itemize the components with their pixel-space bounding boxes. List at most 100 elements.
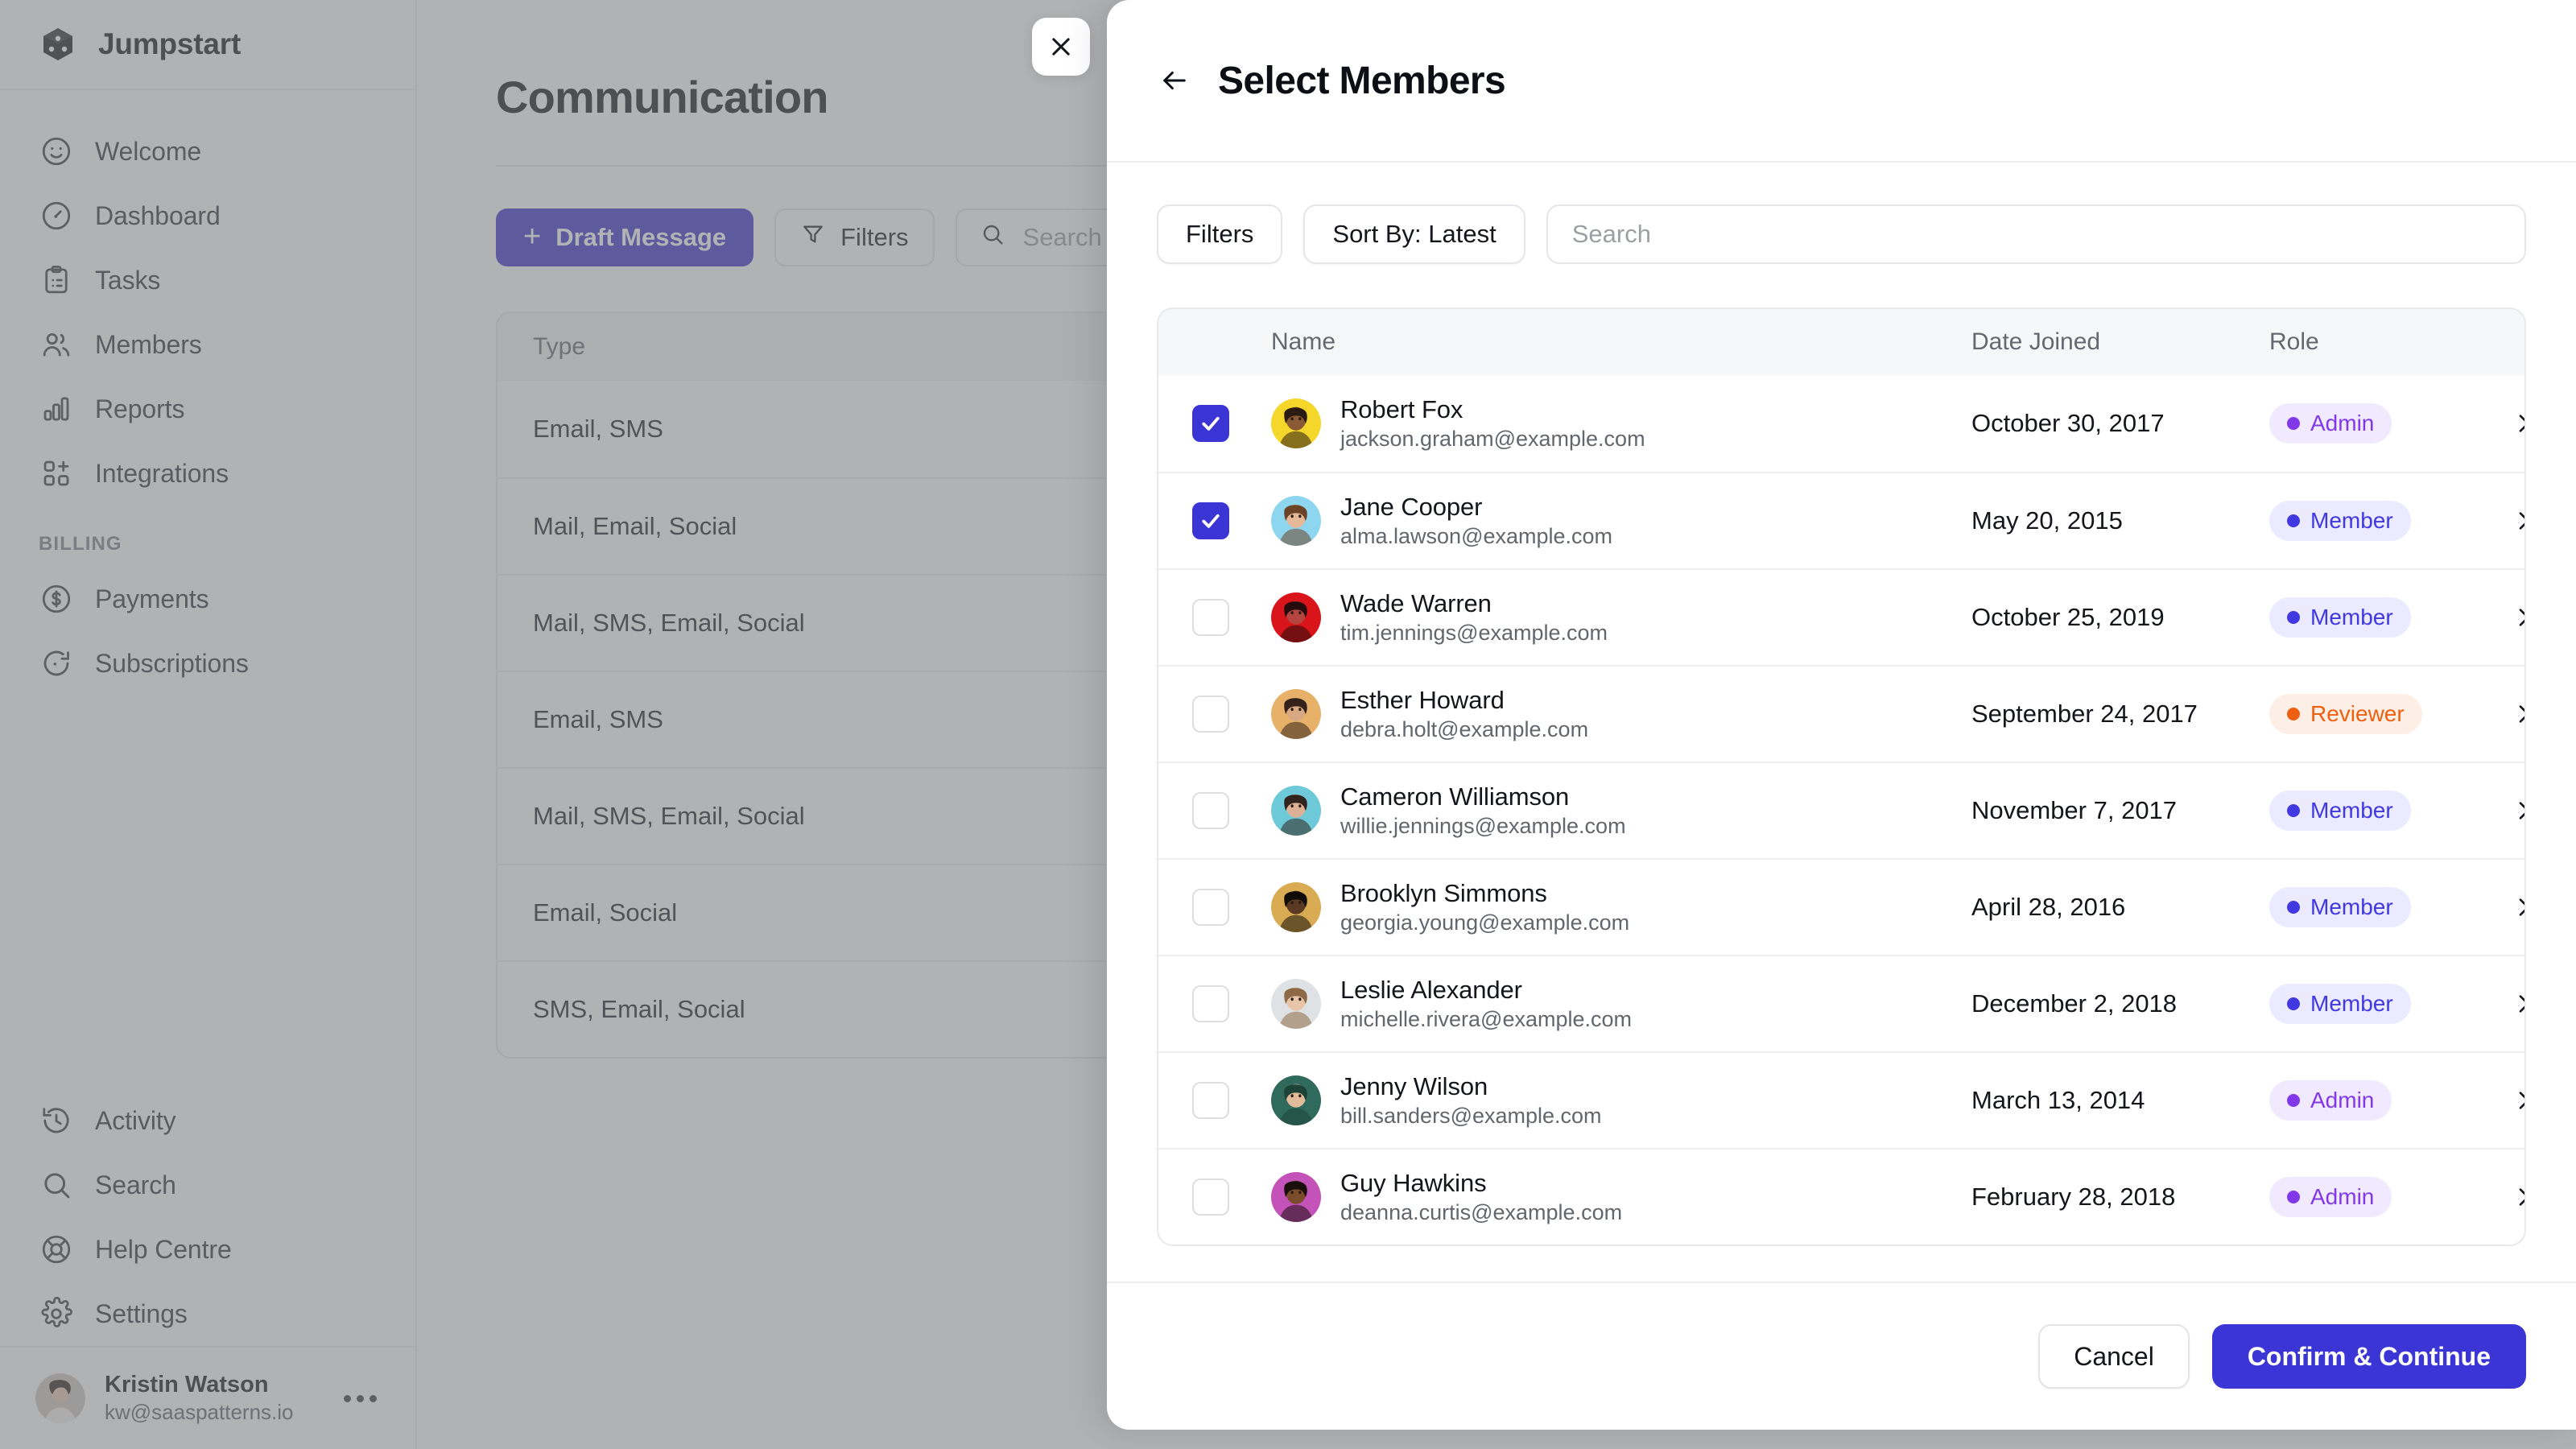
- status-badge: Member: [2269, 501, 2411, 541]
- column-header-role: Role: [2269, 328, 2319, 355]
- chevron-right-icon[interactable]: [2511, 894, 2524, 920]
- member-name-cell: Jane Cooper alma.lawson@example.com: [1263, 491, 1971, 551]
- modal-search-placeholder: Search: [1571, 220, 1651, 248]
- member-name: Leslie Alexander: [1340, 975, 1522, 1004]
- member-email: georgia.young@example.com: [1340, 910, 1630, 935]
- modal-sort-by-button[interactable]: Sort By: Latest: [1303, 204, 1525, 264]
- member-date-joined: May 20, 2015: [1971, 506, 2123, 535]
- status-dot-icon: [2287, 514, 2300, 527]
- members-table-header: Name Date Joined Role: [1158, 309, 2524, 375]
- avatar: [1271, 398, 1321, 448]
- member-role-cell: Admin: [2269, 1177, 2511, 1217]
- chevron-right-icon[interactable]: [2511, 508, 2524, 534]
- member-name: Brooklyn Simmons: [1340, 878, 1547, 907]
- cancel-button[interactable]: Cancel: [2038, 1324, 2190, 1389]
- status-dot-icon: [2287, 1191, 2300, 1203]
- member-name: Guy Hawkins: [1340, 1168, 1487, 1197]
- member-name-cell: Leslie Alexander michelle.rivera@example.…: [1263, 974, 1971, 1034]
- members-table: Name Date Joined Role Robert Fox jackson.…: [1157, 308, 2526, 1246]
- member-select-cell: [1158, 985, 1263, 1022]
- avatar: [1271, 881, 1321, 932]
- modal-title: Select Members: [1218, 59, 1506, 102]
- arrow-left-icon[interactable]: [1157, 63, 1192, 98]
- status-badge-label: Admin: [2310, 411, 2375, 436]
- chevron-right-icon[interactable]: [2511, 701, 2524, 727]
- member-row[interactable]: Brooklyn Simmons georgia.young@example.co…: [1158, 858, 2524, 955]
- avatar: [1271, 785, 1321, 836]
- modal-header: Select Members: [1107, 0, 2576, 163]
- member-checkbox[interactable]: [1192, 1082, 1229, 1119]
- status-badge-label: Reviewer: [2310, 701, 2405, 726]
- member-select-cell: [1158, 599, 1263, 636]
- member-identity: Wade Warren tim.jennings@example.com: [1340, 588, 1608, 648]
- select-members-modal: Select Members Filters Sort By: Latest S…: [1107, 0, 2576, 1430]
- modal-search-input[interactable]: Search: [1546, 204, 2526, 264]
- status-badge: Admin: [2269, 1080, 2392, 1121]
- status-badge: Admin: [2269, 403, 2392, 444]
- status-dot-icon: [2287, 901, 2300, 914]
- status-badge-label: Member: [2310, 605, 2393, 630]
- member-email: debra.holt@example.com: [1340, 717, 1589, 742]
- member-checkbox[interactable]: [1192, 792, 1229, 829]
- member-email: michelle.rivera@example.com: [1340, 1007, 1633, 1032]
- status-badge: Admin: [2269, 1177, 2392, 1217]
- close-icon[interactable]: [1032, 18, 1090, 76]
- modal-filters-button[interactable]: Filters: [1157, 204, 1283, 264]
- member-select-cell: [1158, 889, 1263, 926]
- member-row[interactable]: Jane Cooper alma.lawson@example.com May 20…: [1158, 472, 2524, 568]
- confirm-continue-button[interactable]: Confirm & Continue: [2211, 1324, 2526, 1389]
- member-role-cell: Member: [2269, 597, 2511, 638]
- member-email: bill.sanders@example.com: [1340, 1104, 1602, 1129]
- chevron-right-icon[interactable]: [2511, 1184, 2524, 1210]
- member-row[interactable]: Esther Howard debra.holt@example.com Septe…: [1158, 665, 2524, 762]
- member-date-joined: September 24, 2017: [1971, 700, 2198, 728]
- status-dot-icon: [2287, 1094, 2300, 1107]
- member-name-cell: Jenny Wilson bill.sanders@example.com: [1263, 1071, 1971, 1131]
- member-role-cell: Member: [2269, 501, 2511, 541]
- avatar: [1271, 688, 1321, 739]
- member-checkbox[interactable]: [1192, 696, 1229, 733]
- member-row[interactable]: Leslie Alexander michelle.rivera@example.…: [1158, 955, 2524, 1051]
- member-name-cell: Wade Warren tim.jennings@example.com: [1263, 588, 1971, 648]
- member-row[interactable]: Wade Warren tim.jennings@example.com Octob…: [1158, 568, 2524, 665]
- modal-filter-bar: Filters Sort By: Latest Search: [1157, 163, 2526, 264]
- member-row[interactable]: Cameron Williamson willie.jennings@exampl…: [1158, 762, 2524, 858]
- status-badge-label: Member: [2310, 991, 2393, 1016]
- avatar: [1271, 978, 1321, 1029]
- member-date-joined: October 30, 2017: [1971, 409, 2165, 437]
- modal-body: Filters Sort By: Latest Search Name Date…: [1107, 163, 2576, 1282]
- member-row[interactable]: Robert Fox jackson.graham@example.com Octo…: [1158, 375, 2524, 472]
- member-identity: Robert Fox jackson.graham@example.com: [1340, 394, 1645, 454]
- member-checkbox[interactable]: [1192, 985, 1229, 1022]
- member-row[interactable]: Jenny Wilson bill.sanders@example.com Marc…: [1158, 1051, 2524, 1148]
- avatar: [1271, 1075, 1321, 1125]
- chevron-right-icon[interactable]: [2511, 605, 2524, 630]
- member-checkbox[interactable]: [1192, 599, 1229, 636]
- member-role-cell: Admin: [2269, 1080, 2511, 1121]
- member-date-joined: February 28, 2018: [1971, 1183, 2176, 1211]
- status-badge: Member: [2269, 984, 2411, 1024]
- member-name: Wade Warren: [1340, 588, 1492, 617]
- member-date-joined: November 7, 2017: [1971, 796, 2178, 824]
- member-checkbox[interactable]: [1192, 502, 1229, 539]
- status-badge-label: Member: [2310, 508, 2393, 533]
- chevron-right-icon[interactable]: [2511, 1088, 2524, 1113]
- member-checkbox[interactable]: [1192, 1179, 1229, 1216]
- member-checkbox[interactable]: [1192, 889, 1229, 926]
- member-select-cell: [1158, 792, 1263, 829]
- status-badge-label: Member: [2310, 894, 2393, 919]
- member-date-joined: March 13, 2014: [1971, 1086, 2145, 1114]
- avatar: [1271, 592, 1321, 642]
- member-checkbox[interactable]: [1192, 405, 1229, 442]
- column-header-name: Name: [1271, 328, 1336, 355]
- chevron-right-icon[interactable]: [2511, 798, 2524, 824]
- chevron-right-icon[interactable]: [2511, 411, 2524, 436]
- chevron-right-icon[interactable]: [2511, 991, 2524, 1017]
- status-badge-label: Admin: [2310, 1088, 2375, 1113]
- member-name: Esther Howard: [1340, 685, 1505, 714]
- member-name-cell: Cameron Williamson willie.jennings@exampl…: [1263, 781, 1971, 841]
- member-row[interactable]: Guy Hawkins deanna.curtis@example.com Febr…: [1158, 1148, 2524, 1245]
- member-email: alma.lawson@example.com: [1340, 524, 1613, 549]
- member-name-cell: Brooklyn Simmons georgia.young@example.co…: [1263, 877, 1971, 938]
- status-badge: Member: [2269, 791, 2411, 831]
